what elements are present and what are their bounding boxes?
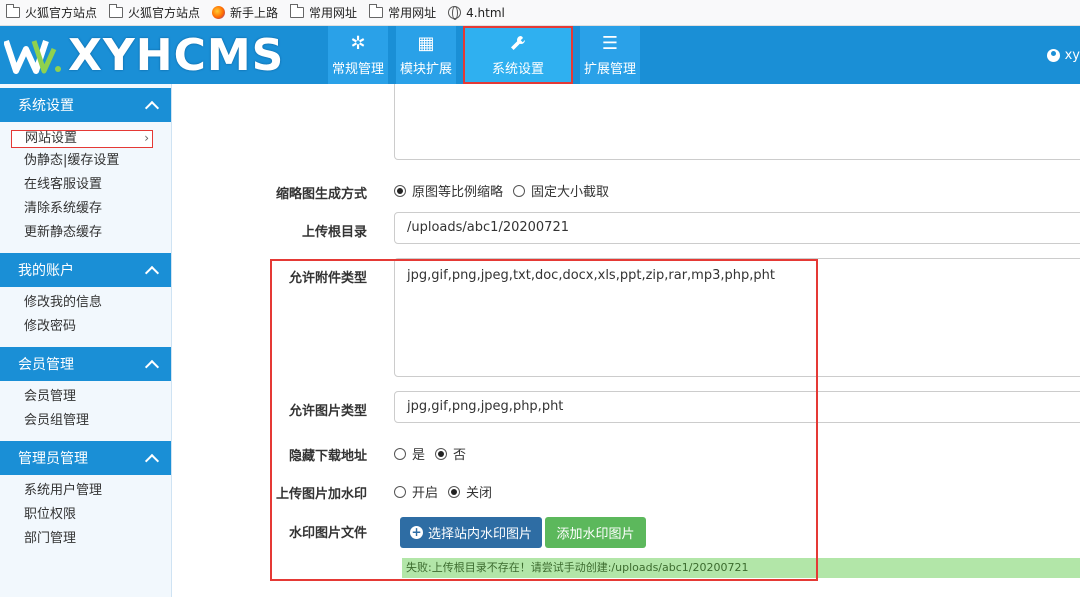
- thumb-radio-scale[interactable]: 原图等比例缩略: [394, 181, 503, 200]
- sidebar-item-member-manage[interactable]: 会员管理: [0, 385, 171, 409]
- chevron-up-icon: [144, 453, 160, 468]
- tab-extensions[interactable]: ☰ 扩展管理: [580, 26, 640, 84]
- watermark-on[interactable]: 开启: [394, 482, 438, 501]
- top-header: XYHCMS ✲ 常规管理 ▦ 模块扩展 系统设置 ☰ 扩展管理 xy: [0, 26, 1080, 84]
- bookmark-item[interactable]: 4.html: [448, 6, 505, 20]
- folder-icon: [109, 4, 124, 18]
- sidebar-item-change-password[interactable]: 修改密码: [0, 315, 171, 339]
- hide-download-yes[interactable]: 是: [394, 444, 425, 463]
- sidebar-section-admins[interactable]: 管理员管理: [0, 441, 171, 475]
- user-icon: [1046, 48, 1060, 62]
- firefox-icon: [212, 6, 226, 19]
- main-content: 缩略图生成方式 原图等比例缩略 固定大小截取 上传根目录 /uploads/ab…: [172, 84, 1080, 597]
- sidebar-item-edit-info[interactable]: 修改我的信息: [0, 291, 171, 315]
- bookmark-item[interactable]: 常用网址: [369, 4, 436, 21]
- sidebar-item-roles[interactable]: 职位权限: [0, 503, 171, 527]
- attach-types-textarea[interactable]: jpg,gif,png,jpeg,txt,doc,docx,xls,ppt,zi…: [394, 258, 1080, 377]
- watermark-off[interactable]: 关闭: [448, 482, 492, 501]
- radio-unchecked-icon: [513, 184, 526, 197]
- sidebar-item-site-settings[interactable]: 网站设置 ›: [11, 130, 153, 148]
- hide-download-no[interactable]: 否: [435, 444, 466, 463]
- radio-unchecked-icon: [394, 447, 406, 460]
- sidebar-item-system-users[interactable]: 系统用户管理: [0, 479, 171, 503]
- sidebar-section-system[interactable]: 系统设置: [0, 88, 171, 122]
- sidebar-item-departments[interactable]: 部门管理: [0, 527, 171, 551]
- upload-root-label: 上传根目录: [301, 225, 367, 240]
- wrench-icon: [511, 35, 525, 50]
- image-types-input[interactable]: jpg,gif,png,jpeg,php,pht: [394, 391, 1080, 423]
- sidebar: 系统设置 网站设置 › 伪静态|缓存设置 在线客服设置 清除系统缓存 更新静态缓…: [0, 84, 172, 597]
- sidebar-item-update-static[interactable]: 更新静态缓存: [0, 221, 171, 245]
- sidebar-list: 系统用户管理 职位权限 部门管理: [0, 475, 171, 555]
- plus-circle-icon: +: [410, 525, 423, 539]
- bookmark-item[interactable]: 常用网址: [290, 4, 357, 21]
- user-menu[interactable]: xy: [1046, 26, 1080, 84]
- hide-download-label: 隐藏下载地址: [288, 449, 367, 464]
- chevron-right-icon: ›: [144, 131, 149, 145]
- grid-icon: ▦: [417, 32, 435, 54]
- add-watermark-button[interactable]: 添加水印图片: [545, 517, 646, 548]
- radio-checked-icon: [394, 184, 406, 197]
- error-alert: 失败:上传根目录不存在！请尝试手动创建:/uploads/abc1/202007…: [402, 558, 1080, 578]
- sidebar-list: 修改我的信息 修改密码: [0, 287, 171, 343]
- tab-general[interactable]: ✲ 常规管理: [328, 26, 388, 84]
- bookmark-item[interactable]: 火狐官方站点: [6, 4, 97, 21]
- globe-icon: [448, 6, 462, 20]
- sidebar-item-clear-cache[interactable]: 清除系统缓存: [0, 197, 171, 221]
- hide-download-radio-group: 是 否: [394, 444, 476, 463]
- radio-unchecked-icon: [394, 485, 406, 498]
- watermark-label: 上传图片加水印: [275, 487, 367, 502]
- sidebar-list: 会员管理 会员组管理: [0, 381, 171, 437]
- chevron-up-icon: [144, 265, 160, 280]
- list-icon: ☰: [601, 32, 619, 54]
- chevron-up-icon: [144, 100, 160, 115]
- tab-system-settings[interactable]: 系统设置: [463, 26, 573, 84]
- sidebar-item-member-groups[interactable]: 会员组管理: [0, 409, 171, 433]
- sidebar-item-online-service[interactable]: 在线客服设置: [0, 173, 171, 197]
- thumb-radio-group: 原图等比例缩略 固定大小截取: [394, 181, 619, 200]
- sidebar-section-members[interactable]: 会员管理: [0, 347, 171, 381]
- sidebar-section-account[interactable]: 我的账户: [0, 253, 171, 287]
- chevron-up-icon: [144, 359, 160, 374]
- folder-icon: [290, 4, 305, 18]
- sidebar-item-rewrite-cache[interactable]: 伪静态|缓存设置: [0, 149, 171, 173]
- radio-checked-icon: [435, 447, 448, 460]
- upload-root-input[interactable]: /uploads/abc1/20200721: [394, 212, 1080, 244]
- radio-checked-icon: [448, 485, 461, 498]
- textarea-previous[interactable]: [394, 84, 1080, 160]
- folder-icon: [6, 4, 20, 18]
- logo-mark-icon: [4, 40, 61, 74]
- image-types-label: 允许图片类型: [288, 404, 367, 419]
- watermark-file-label: 水印图片文件: [288, 526, 367, 541]
- logo-text: XYHCMS: [68, 29, 285, 81]
- thumb-radio-crop[interactable]: 固定大小截取: [513, 181, 609, 200]
- attach-types-label: 允许附件类型: [288, 271, 367, 286]
- thumb-label: 缩略图生成方式: [275, 187, 367, 202]
- snowflake-icon: ✲: [350, 32, 366, 54]
- bookmark-item[interactable]: 新手上路: [212, 4, 278, 21]
- bookmark-item[interactable]: 火狐官方站点: [109, 4, 200, 21]
- folder-icon: [369, 4, 384, 18]
- bookmarks-bar: 火狐官方站点 火狐官方站点 新手上路 常用网址 常用网址 4.html: [0, 0, 1080, 26]
- sidebar-list: 网站设置 › 伪静态|缓存设置 在线客服设置 清除系统缓存 更新静态缓存: [0, 122, 171, 249]
- tab-modules[interactable]: ▦ 模块扩展: [396, 26, 456, 84]
- select-watermark-button[interactable]: + 选择站内水印图片: [400, 517, 542, 548]
- logo: XYHCMS: [4, 29, 324, 81]
- watermark-radio-group: 开启 关闭: [394, 482, 502, 501]
